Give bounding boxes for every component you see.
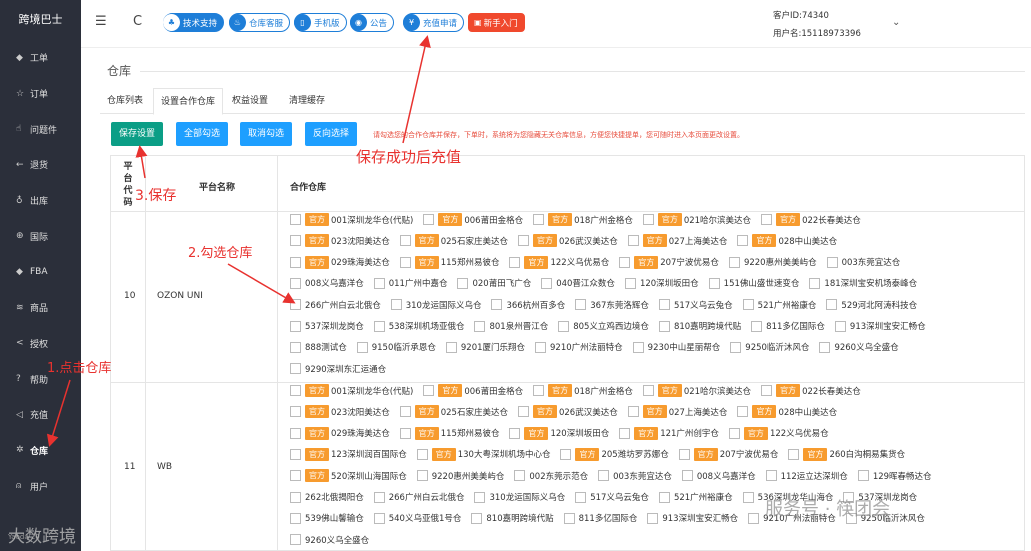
annotation-arrows [46,35,431,447]
arrow-to-save-button [135,145,148,179]
watermark: 服务号 · 筷团会 [765,499,891,520]
watermark-2: 大数跨境 [8,527,76,547]
annotation-step3: 3.保存 [135,188,177,204]
arrow-to-checkbox [227,263,296,304]
annotation-recharge: 保存成功后充值 [356,148,462,166]
annotation-step2: 2.勾选仓库 [188,246,253,261]
arrow-to-recharge-button [402,35,431,144]
arrow-to-warehouse-menu [46,379,71,447]
annotation-step1: 1.点击仓库 [47,361,112,376]
